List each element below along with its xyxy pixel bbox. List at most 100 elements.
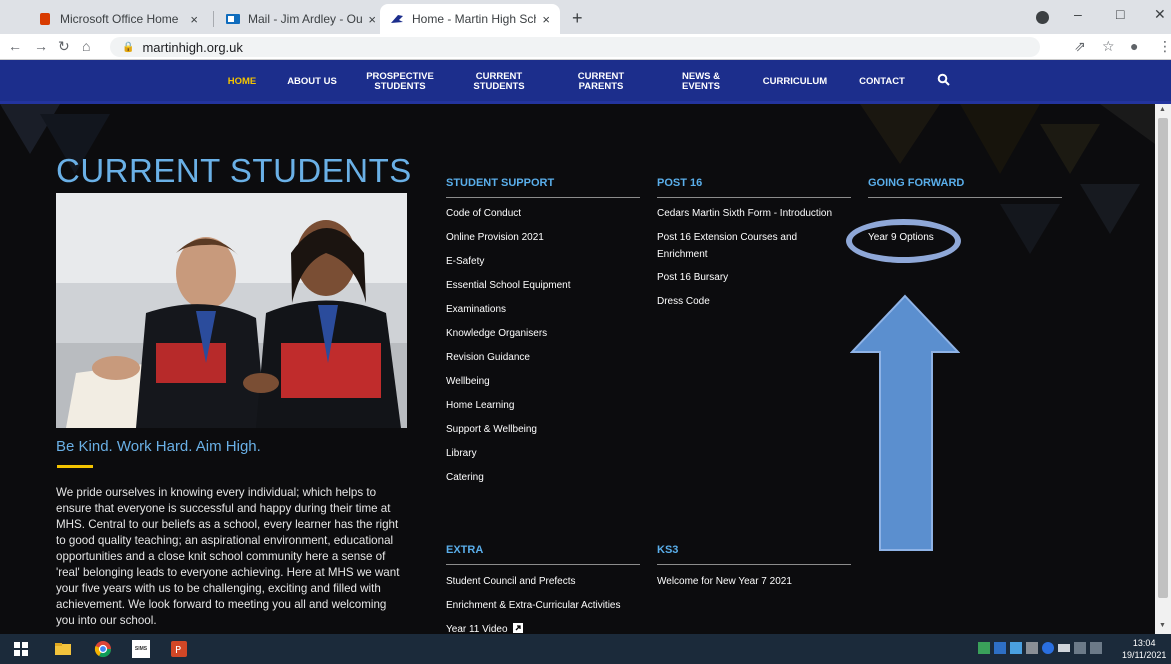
link-catering[interactable]: Catering — [446, 472, 484, 483]
extension-icon[interactable] — [1036, 11, 1049, 24]
highlight-circle — [846, 219, 961, 263]
up-arrow-annotation — [850, 294, 960, 551]
url-text: martinhigh.org.uk — [142, 39, 243, 55]
link-dress-code[interactable]: Dress Code — [657, 296, 710, 307]
menu-icon[interactable]: ⋮ — [1158, 38, 1171, 55]
close-icon[interactable]: × — [542, 12, 550, 27]
powerpoint-icon[interactable]: P — [170, 640, 188, 658]
link-post-16-bursary[interactable]: Post 16 Bursary — [657, 272, 728, 283]
office-icon — [38, 12, 52, 26]
link-welcome-year-7[interactable]: Welcome for New Year 7 2021 — [657, 576, 792, 587]
nav-prospective-students[interactable]: PROSPECTIVE STUDENTS — [362, 60, 438, 104]
accent-bar — [57, 465, 93, 468]
external-link-icon — [513, 623, 524, 633]
sims-icon[interactable]: SIMS — [132, 640, 150, 658]
nav-current-students[interactable]: CURRENT STUDENTS — [468, 60, 530, 104]
column-divider — [657, 197, 851, 198]
link-wellbeing[interactable]: Wellbeing — [446, 376, 490, 387]
battery-icon[interactable] — [1058, 644, 1070, 652]
nav-current-parents[interactable]: CURRENT PARENTS — [570, 60, 632, 104]
nav-home[interactable]: HOME — [222, 60, 262, 104]
new-tab-button[interactable]: + — [572, 8, 583, 29]
close-window-button[interactable]: ✕ — [1154, 6, 1166, 23]
svg-text:P: P — [175, 645, 181, 656]
link-e-safety[interactable]: E-Safety — [446, 256, 484, 267]
outlook-icon — [226, 12, 240, 26]
link-examinations[interactable]: Examinations — [446, 304, 506, 315]
page-content: CURRENT STUDENTS Be Kind. Work Hard. Aim… — [0, 104, 1155, 634]
heading-student-support: STUDENT SUPPORT — [446, 177, 555, 189]
nav-curriculum[interactable]: CURRICULUM — [758, 60, 832, 104]
link-school-equipment[interactable]: Essential School Equipment — [446, 280, 571, 291]
system-clock[interactable]: 13:04 19/11/2021 — [1122, 637, 1166, 661]
tab-title: Home - Martin High School | Lio — [412, 12, 536, 26]
scroll-up-icon[interactable]: ▲ — [1159, 106, 1166, 113]
tray-app-icon[interactable] — [994, 642, 1006, 654]
tray-sync-icon[interactable] — [1026, 642, 1038, 654]
profile-icon[interactable]: ● — [1130, 38, 1138, 54]
tab-office-home[interactable]: Microsoft Office Home × — [28, 4, 208, 34]
tray-p-icon[interactable] — [978, 642, 990, 654]
forward-arrow-icon[interactable]: → — [34, 38, 48, 54]
reload-icon[interactable]: ↻ — [58, 38, 70, 55]
intro-text: We pride ourselves in knowing every indi… — [56, 486, 400, 627]
minimize-button[interactable]: – — [1074, 6, 1082, 22]
link-code-of-conduct[interactable]: Code of Conduct — [446, 208, 521, 219]
close-icon[interactable]: × — [190, 12, 198, 27]
column-divider — [657, 564, 851, 565]
link-support-wellbeing[interactable]: Support & Wellbeing — [446, 424, 537, 435]
chrome-icon[interactable] — [94, 640, 112, 658]
link-sixth-form-intro[interactable]: Cedars Martin Sixth Form - Introduction — [657, 208, 832, 219]
home-icon[interactable]: ⌂ — [82, 38, 90, 54]
nav-about-us[interactable]: ABOUT US — [284, 60, 340, 104]
search-icon[interactable] — [937, 73, 951, 87]
lion-icon — [390, 12, 404, 26]
url-input[interactable]: 🔒 martinhigh.org.uk — [110, 37, 1040, 57]
tab-martin-high[interactable]: Home - Martin High School | Lio × — [380, 4, 560, 34]
link-online-provision[interactable]: Online Provision 2021 — [446, 232, 544, 243]
nav-news-events[interactable]: NEWS & EVENTS — [676, 60, 726, 104]
column-divider — [868, 197, 1062, 198]
scrollbar-thumb[interactable] — [1158, 118, 1168, 598]
lock-icon: 🔒 — [122, 41, 135, 53]
column-divider — [446, 197, 640, 198]
tab-title: Mail - Jim Ardley - Outlook — [248, 12, 363, 26]
link-revision-guidance[interactable]: Revision Guidance — [446, 352, 530, 363]
wifi-icon[interactable] — [1074, 642, 1086, 654]
link-label: Year 11 Video — [446, 624, 508, 634]
tab-separator — [213, 11, 214, 27]
heading-extra: EXTRA — [446, 544, 484, 556]
bluetooth-icon[interactable] — [1042, 642, 1054, 654]
share-icon[interactable]: ⇗ — [1074, 38, 1086, 55]
link-library[interactable]: Library — [446, 448, 477, 459]
link-home-learning[interactable]: Home Learning — [446, 400, 514, 411]
link-enrichment-activities[interactable]: Enrichment & Extra-Curricular Activities — [446, 600, 621, 611]
back-arrow-icon[interactable]: ← — [8, 38, 22, 54]
students-photo — [56, 193, 407, 428]
link-student-council[interactable]: Student Council and Prefects — [446, 576, 576, 587]
tab-title: Microsoft Office Home — [60, 12, 179, 26]
heading-going-forward: GOING FORWARD — [868, 177, 965, 189]
school-motto: Be Kind. Work Hard. Aim High. — [56, 438, 261, 455]
taskbar: SIMS P 13:04 19/11/2021 — [0, 634, 1171, 664]
browser-tab-strip: Microsoft Office Home × Mail - Jim Ardle… — [0, 0, 1171, 34]
close-icon[interactable]: × — [368, 12, 376, 27]
heading-post-16: POST 16 — [657, 177, 703, 189]
column-divider — [446, 564, 640, 565]
nav-contact[interactable]: CONTACT — [856, 60, 908, 104]
star-icon[interactable]: ☆ — [1102, 38, 1115, 55]
heading-ks3: KS3 — [657, 544, 679, 556]
site-navigation: HOME ABOUT US PROSPECTIVE STUDENTS CURRE… — [0, 60, 1171, 104]
scroll-down-icon[interactable]: ▼ — [1159, 622, 1166, 629]
link-knowledge-organisers[interactable]: Knowledge Organisers — [446, 328, 547, 339]
clock-time: 13:04 — [1132, 638, 1156, 648]
link-year-11-video[interactable]: Year 11 Video — [446, 623, 524, 634]
file-explorer-icon[interactable] — [54, 640, 72, 658]
address-bar: ← → ↻ ⌂ 🔒 martinhigh.org.uk ⇗ ☆ ● ⋮ — [0, 34, 1171, 60]
tray-teams-icon[interactable] — [1010, 642, 1022, 654]
volume-icon[interactable] — [1090, 642, 1102, 654]
link-extension-courses[interactable]: Post 16 Extension Courses and Enrichment — [657, 229, 827, 263]
windows-start-icon[interactable] — [12, 640, 30, 658]
tab-outlook[interactable]: Mail - Jim Ardley - Outlook × — [216, 4, 386, 34]
maximize-button[interactable]: □ — [1116, 6, 1124, 22]
